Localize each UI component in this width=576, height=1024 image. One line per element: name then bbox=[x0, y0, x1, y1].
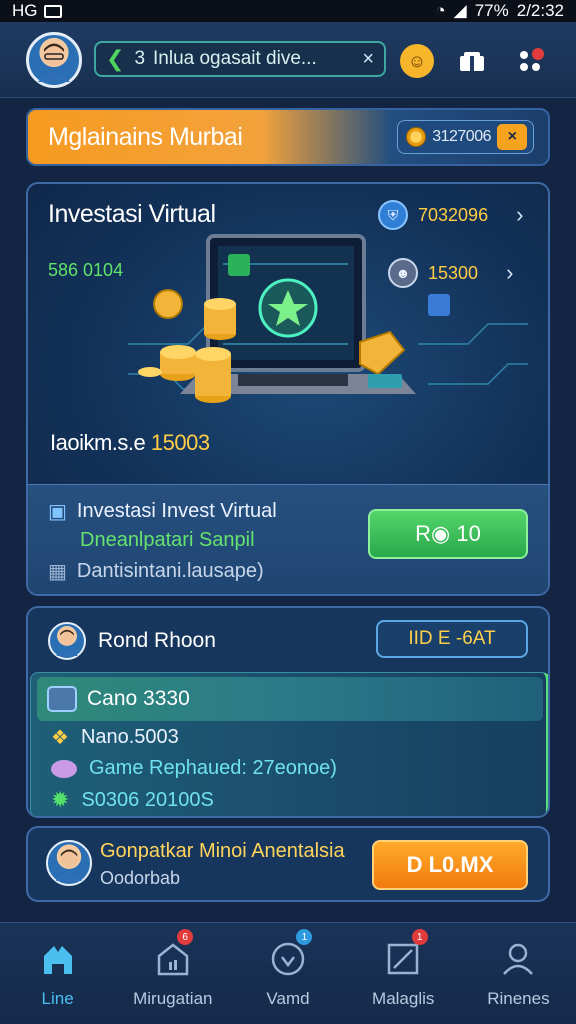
info-line-1-text: Investasi Invest Virtual bbox=[76, 500, 277, 522]
coin-icon bbox=[406, 127, 427, 147]
promo-avatar[interactable] bbox=[46, 840, 92, 886]
laptop-coins-illustration bbox=[128, 234, 528, 403]
nav-label: Mirugatian bbox=[133, 988, 213, 1008]
info-line-3-text: Dantisintani.lausape) bbox=[76, 560, 264, 582]
ranking-row[interactable]: ❖ Nano.5003 bbox=[51, 725, 179, 750]
invest-button[interactable]: R◉ 10 bbox=[368, 509, 528, 559]
ranking-button-label: IID E -6AT bbox=[408, 628, 496, 649]
close-icon[interactable]: × bbox=[362, 48, 374, 71]
grid-icon: ▦ bbox=[48, 561, 67, 583]
battery-percent: 77% bbox=[474, 1, 509, 20]
pet-icon bbox=[51, 759, 77, 778]
user-avatar[interactable] bbox=[26, 32, 82, 88]
nav-item-building[interactable]: 6 Mirugatian bbox=[115, 923, 230, 1024]
section-header: Mglainains Murbai 3127006 × bbox=[26, 108, 550, 166]
ranking-row-label: Game Rephaued: 27eonoe) bbox=[89, 757, 337, 779]
info-line-3: ▦ Dantisintani.lausape) bbox=[48, 559, 264, 584]
nav-label: Malaglis bbox=[372, 988, 435, 1008]
notice-pill[interactable]: ❮ 3 Inlua ogasait dive... × bbox=[94, 41, 386, 77]
notification-badge: 1 bbox=[296, 929, 313, 945]
info-line-2-text: Dneanlpatari Sanpil bbox=[80, 529, 255, 551]
notice-text: Inlua ogasait dive... bbox=[153, 48, 317, 69]
ranking-button[interactable]: IID E -6AT bbox=[376, 620, 528, 658]
wifi-icon: ◔ bbox=[435, 1, 446, 20]
signal-icon: ◢ bbox=[453, 1, 467, 20]
notice-number: 3 bbox=[134, 48, 146, 69]
info-line-2: Dneanlpatari Sanpil bbox=[80, 529, 255, 552]
footer-value: 15003 bbox=[150, 430, 210, 455]
info-line-1: ▣ Investasi Invest Virtual bbox=[48, 499, 277, 524]
arrow-left-icon: ❮ bbox=[106, 46, 125, 71]
ranking-highlight-row[interactable]: Cano 3330 bbox=[37, 677, 543, 721]
ranking-panel: Rond Rhoon IID E -6AT Cano 3330 ❖ Nano.5… bbox=[26, 606, 550, 818]
left-stat-value: 586 0104 bbox=[48, 260, 124, 280]
robot-icon bbox=[47, 686, 77, 712]
status-right: ◔ ◢ 77% 2/2:32 bbox=[435, 1, 564, 21]
close-button[interactable]: × bbox=[497, 124, 527, 150]
ranking-list: Cano 3330 ❖ Nano.5003 Game Rephaued: 27e… bbox=[30, 672, 548, 816]
cube-icon: ▣ bbox=[48, 501, 67, 523]
nav-label: Rinenes bbox=[487, 988, 550, 1008]
ranking-row[interactable]: ✹ S0306 20100S bbox=[51, 787, 214, 813]
home-icon bbox=[38, 939, 78, 979]
highlight-label: Cano 3330 bbox=[87, 687, 190, 710]
top-bar: ❮ 3 Inlua ogasait dive... × ☺ bbox=[0, 22, 576, 98]
ranking-row[interactable]: Game Rephaued: 27eonoe) bbox=[51, 757, 337, 780]
apps-icon[interactable] bbox=[514, 44, 548, 78]
puzzle-icon: ❖ bbox=[51, 727, 69, 749]
coin-balance[interactable]: 3127006 × bbox=[397, 120, 534, 154]
notification-badge: 1 bbox=[411, 929, 428, 945]
footer-label: Iaoikm.s.e bbox=[50, 430, 146, 455]
ranking-header: Rond Rhoon bbox=[48, 622, 216, 660]
clock: 2/2:32 bbox=[516, 1, 564, 20]
status-left: HG bbox=[12, 1, 62, 21]
card-footer: Iaoikm.s.e 15003 bbox=[50, 430, 210, 456]
nav-item-heart[interactable]: 1 Vamd bbox=[230, 923, 345, 1024]
nav-item-chart[interactable]: 1 Malaglis bbox=[346, 923, 461, 1024]
nav-label: Vamd bbox=[266, 988, 310, 1008]
invest-button-label: R◉ 10 bbox=[415, 521, 481, 546]
nav-item-profile[interactable]: Rinenes bbox=[461, 923, 576, 1024]
gift-icon[interactable] bbox=[455, 44, 489, 78]
promo-subtitle: Oodorbab bbox=[100, 868, 181, 888]
bottom-nav: Line 6 Mirugatian 1 Vamd 1 Malaglis Rine… bbox=[0, 922, 576, 1024]
ranking-row-label: Nano.5003 bbox=[80, 726, 179, 748]
stat-value-1: 7032096 bbox=[418, 204, 489, 225]
promo-title: Gonpatkar Minoi Anentalsia bbox=[100, 840, 345, 862]
profile-icon bbox=[498, 939, 538, 979]
info-panel: ▣ Investasi Invest Virtual Dneanlpatari … bbox=[28, 484, 548, 594]
nav-item-home[interactable]: Line bbox=[0, 923, 115, 1024]
left-stat: 586 0104 bbox=[48, 260, 123, 281]
splat-icon: ✹ bbox=[51, 787, 70, 812]
nav-label: Line bbox=[41, 988, 74, 1008]
ranking-title: Rond Rhoon bbox=[98, 629, 216, 652]
promo-button[interactable]: D L0.MX bbox=[372, 840, 528, 890]
investment-card: Investasi Virtual 586 0104 ⛨ 7032096 › ☻… bbox=[26, 182, 550, 596]
avatar-face-icon bbox=[38, 43, 70, 82]
carrier-label: HG bbox=[12, 1, 38, 20]
section-title: Mglainains Murbai bbox=[48, 122, 243, 151]
image-icon bbox=[43, 4, 62, 18]
ranking-avatar[interactable] bbox=[48, 622, 86, 660]
status-bar: HG ◔ ◢ 77% 2/2:32 bbox=[0, 0, 576, 22]
promo-button-label: D L0.MX bbox=[406, 852, 494, 877]
coin-value: 3127006 bbox=[432, 128, 491, 145]
promo-panel: Gonpatkar Minoi Anentalsia Oodorbab D L0… bbox=[26, 826, 550, 902]
smiley-icon[interactable]: ☺ bbox=[400, 44, 434, 78]
ranking-row-label: S0306 20100S bbox=[81, 788, 214, 811]
